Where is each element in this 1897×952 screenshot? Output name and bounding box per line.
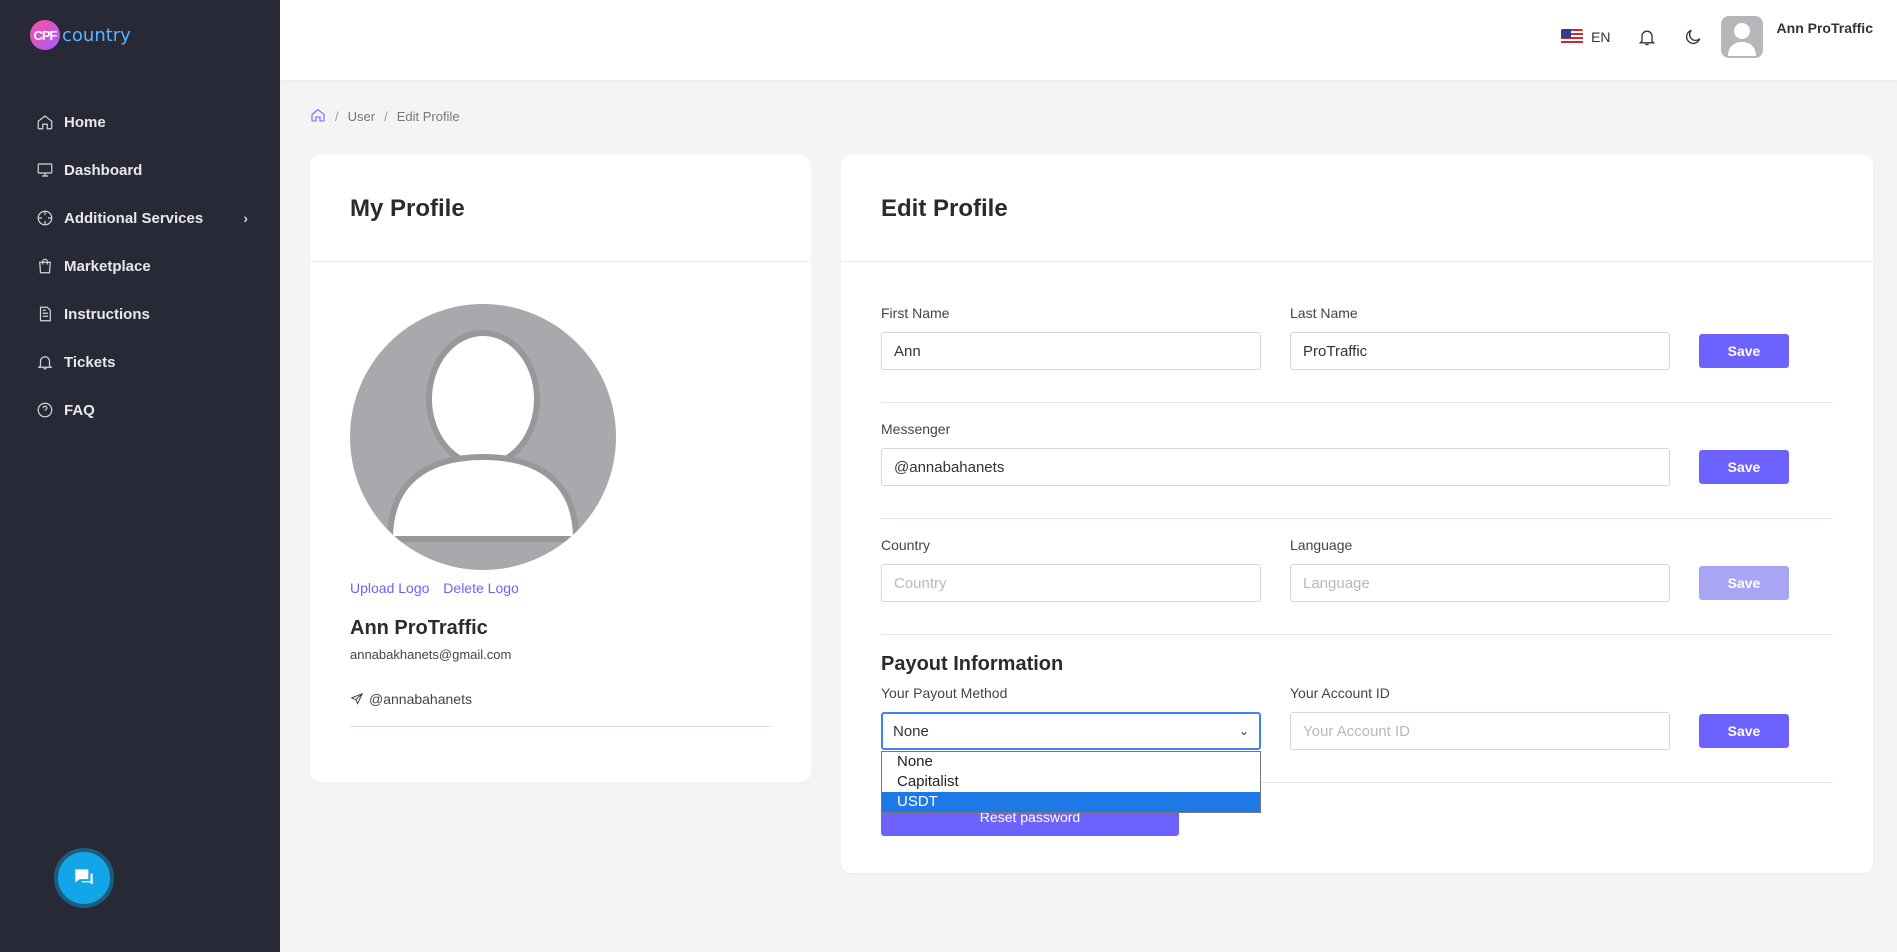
chat-icon <box>75 869 93 885</box>
save-country-language-button[interactable]: Save <box>1699 566 1789 600</box>
sidebar-item-additional-services[interactable]: Additional Services › <box>0 194 280 242</box>
monitor-icon <box>36 161 54 179</box>
save-name-button[interactable]: Save <box>1699 334 1789 368</box>
bell-icon[interactable] <box>1637 27 1657 47</box>
payout-option-usdt[interactable]: USDT <box>882 792 1260 812</box>
breadcrumb-separator: / <box>335 109 339 124</box>
language-input[interactable] <box>1290 564 1670 602</box>
language-label: Language <box>1290 537 1353 553</box>
upload-logo-link[interactable]: Upload Logo <box>350 580 429 596</box>
save-payout-button[interactable]: Save <box>1699 714 1789 748</box>
chevron-down-icon: ⌄ <box>1238 724 1249 738</box>
help-circle-icon <box>36 401 54 419</box>
chat-button[interactable] <box>54 848 114 908</box>
last-name-label: Last Name <box>1290 305 1358 321</box>
sidebar-item-dashboard[interactable]: Dashboard <box>0 146 280 194</box>
profile-messenger-handle: @annabahanets <box>369 691 472 707</box>
first-name-label: First Name <box>881 305 950 321</box>
payout-option-capitalist[interactable]: Capitalist <box>882 772 1260 792</box>
send-icon <box>350 692 364 705</box>
account-id-label: Your Account ID <box>1290 685 1390 701</box>
payout-method-select[interactable]: None ⌄ <box>881 712 1261 750</box>
last-name-input[interactable] <box>1290 332 1670 370</box>
divider <box>881 402 1833 403</box>
payout-method-dropdown: None Capitalist USDT <box>881 751 1261 813</box>
header-user-name[interactable]: Ann ProTraffic <box>1777 20 1873 36</box>
us-flag-icon[interactable] <box>1561 29 1584 45</box>
divider <box>310 261 811 262</box>
logo[interactable]: CPF country <box>30 20 131 50</box>
breadcrumb-separator: / <box>384 109 388 124</box>
document-icon <box>36 305 54 323</box>
sidebar-item-label: Instructions <box>64 305 150 323</box>
divider <box>881 518 1833 519</box>
bell-icon <box>36 353 54 371</box>
country-label: Country <box>881 537 931 553</box>
sidebar-item-label: Tickets <box>64 353 116 371</box>
breadcrumb: / User / Edit Profile <box>310 107 460 126</box>
divider <box>881 634 1833 635</box>
logo-links: Upload Logo Delete Logo <box>350 580 529 596</box>
home-icon <box>36 113 54 131</box>
edit-profile-card: Edit Profile First Name Last Name Save M… <box>841 155 1873 873</box>
profile-avatar <box>350 304 616 570</box>
avatar[interactable] <box>1720 16 1763 58</box>
crosshair-icon <box>36 209 54 227</box>
moon-icon[interactable] <box>1683 27 1703 47</box>
sidebar-item-label: FAQ <box>64 401 95 419</box>
country-input[interactable] <box>881 564 1261 602</box>
sidebar-item-label: Additional Services <box>64 209 204 227</box>
messenger-input[interactable] <box>881 448 1670 486</box>
payout-information-title: Payout Information <box>881 653 1064 675</box>
sidebar-item-label: Marketplace <box>64 257 151 275</box>
sidebar-item-faq[interactable]: FAQ <box>0 386 280 434</box>
payout-method-label: Your Payout Method <box>881 685 1008 701</box>
top-header: EN Ann ProTraffic <box>280 0 1897 80</box>
profile-messenger: @annabahanets <box>350 691 472 707</box>
edit-profile-title: Edit Profile <box>881 195 1008 222</box>
delete-logo-link[interactable]: Delete Logo <box>443 580 519 596</box>
sidebar-item-marketplace[interactable]: Marketplace <box>0 242 280 290</box>
language-selector[interactable]: EN <box>1591 29 1610 45</box>
sidebar: CPF country Home Dashboard Additional Se… <box>0 0 280 952</box>
home-icon[interactable] <box>310 107 326 126</box>
divider <box>841 261 1873 262</box>
profile-name: Ann ProTraffic <box>350 617 488 639</box>
sidebar-item-label: Dashboard <box>64 161 143 179</box>
sidebar-item-home[interactable]: Home <box>0 98 280 146</box>
payout-option-none[interactable]: None <box>882 752 1260 772</box>
logo-text: country <box>62 24 131 46</box>
save-messenger-button[interactable]: Save <box>1699 450 1789 484</box>
chevron-right-icon: › <box>243 210 248 226</box>
first-name-input[interactable] <box>881 332 1261 370</box>
payout-method-selected: None <box>893 722 929 740</box>
logo-mark: CPF <box>30 20 60 50</box>
account-id-input[interactable] <box>1290 712 1670 750</box>
breadcrumb-item-edit-profile: Edit Profile <box>396 109 460 124</box>
shopping-bag-icon <box>36 257 54 275</box>
my-profile-title: My Profile <box>350 195 465 222</box>
sidebar-nav: Home Dashboard Additional Services › Mar… <box>0 98 280 434</box>
sidebar-item-label: Home <box>64 113 106 131</box>
divider <box>350 726 771 727</box>
messenger-label: Messenger <box>881 421 951 437</box>
profile-email: annabakhanets@gmail.com <box>350 647 512 662</box>
sidebar-item-tickets[interactable]: Tickets <box>0 338 280 386</box>
breadcrumb-item-user[interactable]: User <box>348 109 375 124</box>
sidebar-item-instructions[interactable]: Instructions <box>0 290 280 338</box>
